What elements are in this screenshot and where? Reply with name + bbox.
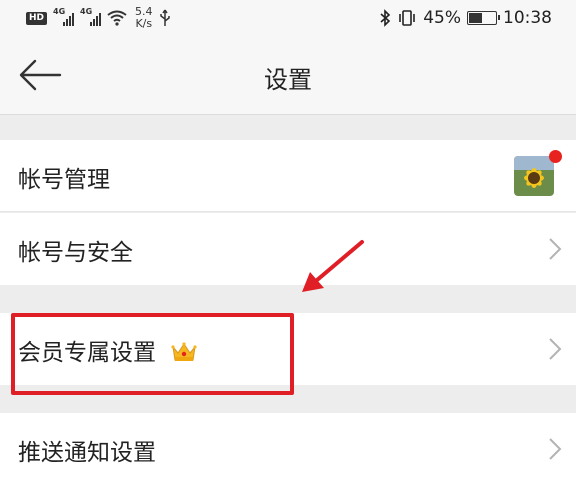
wifi-icon — [107, 10, 127, 26]
sunflower-avatar-icon — [514, 156, 554, 196]
bluetooth-icon — [380, 9, 391, 27]
status-bar: HD 4G 4G 5.4 K/s 45% 10:38 — [0, 0, 576, 36]
account-security-label: 帐号与安全 — [18, 240, 133, 266]
network-type-label: 4G — [53, 7, 66, 16]
chevron-right-icon — [549, 238, 562, 260]
unread-dot — [549, 150, 562, 163]
status-bar-left: HD 4G 4G 5.4 K/s — [26, 6, 171, 30]
avatar — [514, 156, 554, 196]
battery-fill — [469, 13, 482, 23]
account-management-label: 帐号管理 — [18, 167, 110, 193]
vibrate-icon — [399, 10, 416, 26]
highlight-box — [11, 313, 294, 395]
push-notifications-label: 推送通知设置 — [18, 440, 156, 466]
battery-percent: 45% — [423, 8, 461, 28]
account-management-row[interactable]: 帐号管理 — [0, 140, 576, 212]
signal-icon: 4G — [80, 7, 102, 26]
hd-badge: HD — [26, 11, 48, 25]
page-title: 设置 — [264, 66, 312, 94]
annotation-arrow-icon — [302, 240, 364, 292]
network-speed: 5.4 K/s — [135, 6, 153, 30]
account-security-row[interactable]: 帐号与安全 — [0, 213, 576, 285]
push-notifications-row[interactable]: 推送通知设置 — [0, 413, 576, 477]
clock: 10:38 — [503, 8, 552, 28]
navigation-bar: 设置 — [0, 36, 576, 115]
signal-icon: 4G — [53, 7, 75, 26]
battery-icon — [467, 11, 500, 25]
chevron-right-icon — [549, 438, 562, 460]
chevron-right-icon — [549, 338, 562, 360]
divider — [0, 211, 576, 212]
network-speed-unit: K/s — [135, 17, 153, 30]
status-bar-right: 45% 10:38 — [379, 8, 552, 28]
usb-icon — [159, 9, 170, 26]
network-type-label: 4G — [80, 7, 93, 16]
